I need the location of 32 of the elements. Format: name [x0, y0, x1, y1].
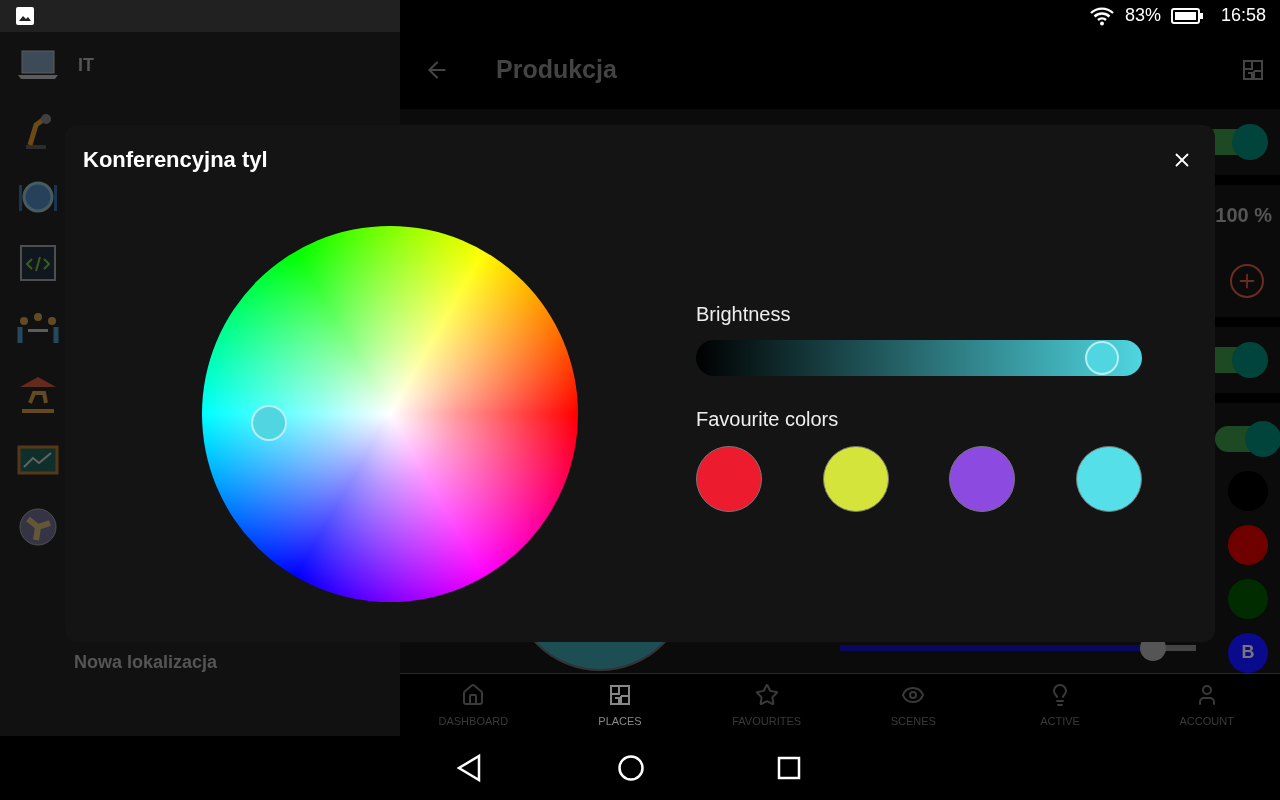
page-title: Produkcja — [496, 55, 618, 85]
home-icon — [461, 682, 486, 707]
nav-tab[interactable]: DASHBOARD — [400, 673, 547, 736]
add-location-item[interactable]: Nowa lokalizacja — [74, 652, 400, 673]
nav-tab[interactable]: ACCOUNT — [1133, 673, 1280, 736]
battery-percent: 83% — [1124, 5, 1161, 27]
home-icon[interactable] — [617, 754, 645, 782]
brightness-label: Brightness — [696, 303, 792, 326]
star-icon — [754, 682, 779, 707]
toggle-switch[interactable] — [1215, 420, 1280, 457]
fan-icon — [16, 507, 60, 547]
channel-button[interactable]: B — [1228, 632, 1268, 673]
nav-tab[interactable]: SCENES — [840, 673, 987, 736]
nav-tab[interactable]: FAVOURITES — [693, 673, 840, 736]
wifi-icon — [1088, 5, 1115, 26]
floor-plan-icon[interactable] — [1242, 58, 1264, 81]
brightness-thumb[interactable] — [1084, 341, 1119, 375]
add-button[interactable] — [1230, 264, 1264, 299]
floor-plan-icon — [608, 682, 632, 707]
dialog-title: Konferencyjna tyl — [83, 147, 268, 173]
favourites-label: Favourite colors — [696, 408, 840, 431]
nav-tab[interactable]: PLACES — [546, 673, 694, 736]
overview-icon[interactable] — [777, 756, 801, 780]
battery-icon — [1170, 7, 1203, 24]
color-picker-handle[interactable] — [250, 404, 287, 441]
clock: 16:58 — [1220, 5, 1266, 27]
drawer-item[interactable]: IT — [78, 54, 94, 76]
channel-button[interactable] — [1228, 524, 1268, 565]
image-icon — [16, 7, 34, 25]
brightness-reading: 100 % — [1215, 203, 1272, 227]
brightness-slider[interactable] — [696, 340, 1142, 376]
nav-tab[interactable]: ACTIVE — [986, 673, 1134, 736]
